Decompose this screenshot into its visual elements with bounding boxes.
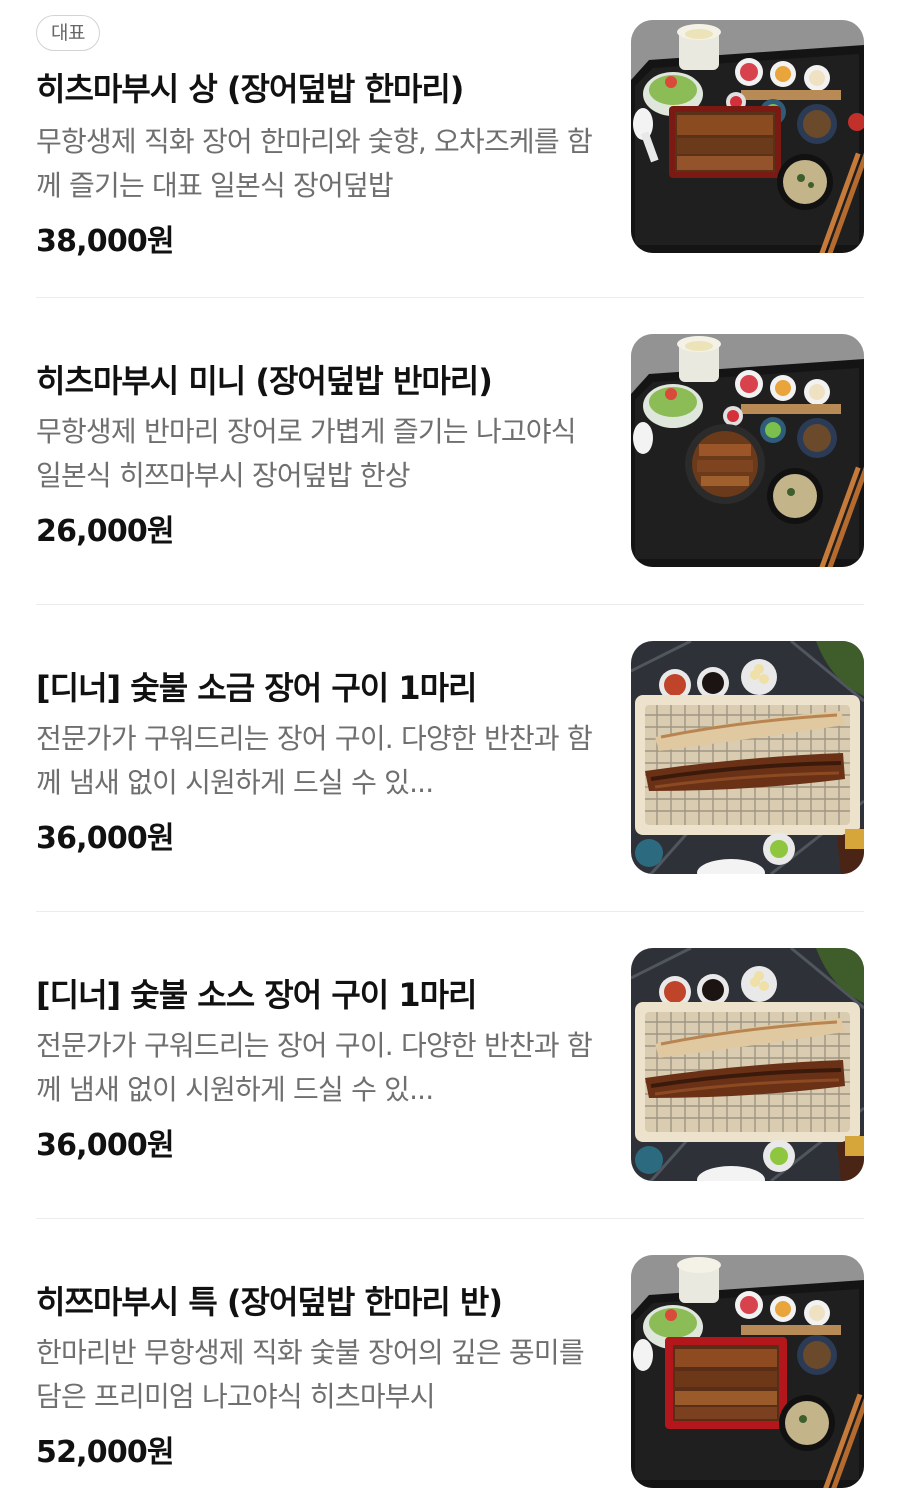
menu-item-name: 히츠마부시 미니 (장어덮밥 반마리) bbox=[36, 362, 493, 400]
menu-item-text: 히츠마부시 미니 (장어덮밥 반마리) 무항생제 반마리 장어로 가볍게 즐기는… bbox=[36, 334, 596, 566]
menu-item-description: 무항생제 직화 장어 한마리와 숯향, 오차즈케를 함께 즐기는 대표 일본식 … bbox=[36, 125, 593, 202]
menu-item[interactable]: [디너] 숯불 소스 장어 구이 1마리 전문가가 구워드리는 장어 구이. 다… bbox=[36, 948, 864, 1180]
menu-item-name: [디너] 숯불 소스 장어 구이 1마리 bbox=[36, 976, 477, 1014]
menu-item-price: 26,000원 bbox=[36, 514, 175, 549]
menu-item[interactable]: [디너] 숯불 소금 장어 구이 1마리 전문가가 구워드리는 장어 구이. 다… bbox=[36, 641, 864, 873]
divider bbox=[36, 297, 864, 298]
menu-item-name: 히쯔마부시 특 (장어덮밥 한마리 반) bbox=[36, 1283, 503, 1321]
menu-item[interactable]: 히츠마부시 미니 (장어덮밥 반마리) 무항생제 반마리 장어로 가볍게 즐기는… bbox=[36, 334, 864, 566]
menu-item[interactable]: 대표 히츠마부시 상 (장어덮밥 한마리) 무항생제 직화 장어 한마리와 숯향… bbox=[36, 15, 864, 259]
menu-item-name: [디너] 숯불 소금 장어 구이 1마리 bbox=[36, 669, 477, 707]
grilled-eel-salt-photo[interactable] bbox=[631, 641, 864, 874]
menu-list: 대표 히츠마부시 상 (장어덮밥 한마리) 무항생제 직화 장어 한마리와 숯향… bbox=[0, 0, 900, 1511]
divider bbox=[36, 911, 864, 912]
menu-item-price: 36,000원 bbox=[36, 1128, 175, 1163]
grilled-eel-sauce-photo[interactable] bbox=[631, 948, 864, 1181]
menu-item[interactable]: 히쯔마부시 특 (장어덮밥 한마리 반) 한마리반 무항생제 직화 숯불 장어의… bbox=[36, 1255, 864, 1487]
menu-item-text: [디너] 숯불 소스 장어 구이 1마리 전문가가 구워드리는 장어 구이. 다… bbox=[36, 948, 596, 1180]
divider bbox=[36, 604, 864, 605]
menu-item-price: 38,000원 bbox=[36, 224, 175, 259]
menu-item-description: 전문가가 구워드리는 장어 구이. 다양한 반찬과 함께 냄새 없이 시원하게 … bbox=[36, 722, 593, 799]
menu-item-name: 히츠마부시 상 (장어덮밥 한마리) bbox=[36, 70, 464, 108]
menu-item-price: 52,000원 bbox=[36, 1435, 175, 1470]
signature-badge: 대표 bbox=[36, 15, 100, 51]
menu-item-text: 대표 히츠마부시 상 (장어덮밥 한마리) 무항생제 직화 장어 한마리와 숯향… bbox=[36, 15, 596, 259]
menu-item-description: 무항생제 반마리 장어로 가볍게 즐기는 나고야식 일본식 히쯔마부시 장어덮밥… bbox=[36, 415, 577, 492]
menu-item-description: 한마리반 무항생제 직화 숯불 장어의 깊은 풍미를 담은 프리미엄 나고야식 … bbox=[36, 1336, 585, 1413]
menu-item-text: 히쯔마부시 특 (장어덮밥 한마리 반) 한마리반 무항생제 직화 숯불 장어의… bbox=[36, 1255, 596, 1487]
eel-rice-set-photo[interactable] bbox=[631, 20, 864, 253]
menu-item-text: [디너] 숯불 소금 장어 구이 1마리 전문가가 구워드리는 장어 구이. 다… bbox=[36, 641, 596, 873]
eel-rice-premium-set-photo[interactable] bbox=[631, 1255, 864, 1488]
divider bbox=[36, 1218, 864, 1219]
menu-item-price: 36,000원 bbox=[36, 821, 175, 856]
eel-rice-mini-set-photo[interactable] bbox=[631, 334, 864, 567]
menu-item-description: 전문가가 구워드리는 장어 구이. 다양한 반찬과 함께 냄새 없이 시원하게 … bbox=[36, 1029, 593, 1106]
